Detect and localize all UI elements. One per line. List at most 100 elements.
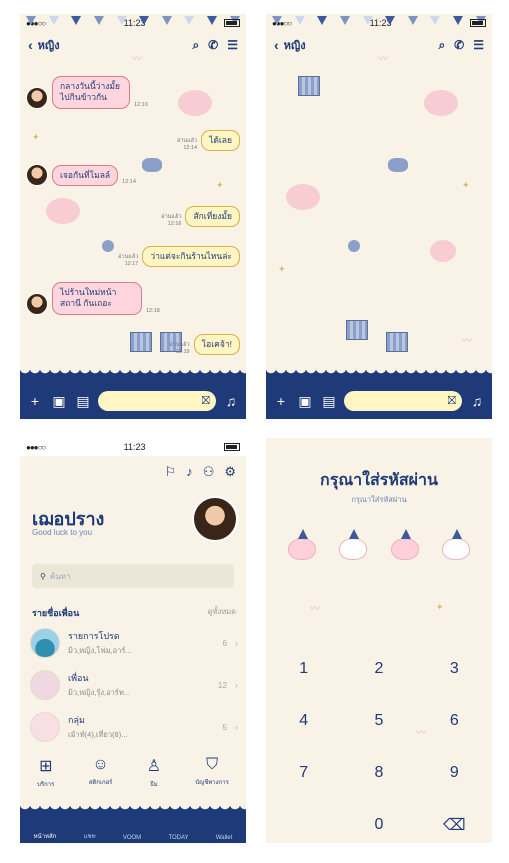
read-receipt: อ่านแล้ว xyxy=(176,138,198,145)
message-row: อ่านแล้ว 12:14 ได้เลย xyxy=(176,130,240,152)
input-bar: + ▣ ▤ ⛝ ♫ xyxy=(20,368,246,419)
passcode-subtitle: กรุณาใส่รหัสผ่าน xyxy=(351,495,407,504)
mic-icon[interactable]: ♫ xyxy=(222,393,240,409)
avatar[interactable] xyxy=(26,164,48,186)
search-icon[interactable]: ⌕ xyxy=(192,38,199,53)
gift-icon[interactable]: ⛝ xyxy=(448,395,456,408)
message-input[interactable]: ⛝ xyxy=(98,391,216,411)
service-tabs: ⊞ บริการ ☺ สติกเกอร์ ♙ ธีม ⛉ บัญชีทางการ xyxy=(20,756,246,789)
signal-icon: ●●●○○ xyxy=(272,18,292,28)
key-9[interactable]: 9 xyxy=(434,764,474,782)
backspace-icon[interactable]: ⌫ xyxy=(434,815,474,835)
gear-icon[interactable]: ⚙ xyxy=(224,464,236,480)
list-item-count: 12 xyxy=(217,680,228,690)
signal-icon: ●●●○○ xyxy=(26,18,46,28)
key-7[interactable]: 7 xyxy=(284,764,324,782)
key-2[interactable]: 2 xyxy=(359,660,399,678)
menu-icon[interactable]: ☰ xyxy=(227,38,238,53)
key-1[interactable]: 1 xyxy=(284,660,324,678)
passcode-title: กรุณาใส่รหัสผ่าน xyxy=(320,472,438,489)
bunny-sticker xyxy=(286,184,320,210)
back-icon[interactable]: ‹ xyxy=(28,37,33,53)
avatar[interactable] xyxy=(26,86,48,109)
battery-icon xyxy=(224,443,240,451)
nav-chat[interactable]: แชท xyxy=(84,831,96,841)
see-all-link[interactable]: ดูทั้งหมด xyxy=(208,606,236,620)
tab-services[interactable]: ⊞ บริการ xyxy=(37,756,54,789)
avatar[interactable] xyxy=(26,292,48,315)
key-5[interactable]: 5 xyxy=(359,712,399,730)
back-icon[interactable]: ‹ xyxy=(274,37,279,53)
list-item-members: มิว,หญิง,รุ้ง,อาร์ท... xyxy=(68,688,131,697)
list-item-members: เม้าท์(4),เที่ยว(8)... xyxy=(68,730,128,739)
passcode-dot xyxy=(288,529,316,560)
message-time: 12:16 xyxy=(167,220,182,227)
message-input[interactable]: ⛝ xyxy=(344,391,462,411)
key-0[interactable]: 0 xyxy=(359,816,399,834)
list-item-name: เพื่อน xyxy=(68,673,89,683)
nav-wallet[interactable]: Wallet xyxy=(216,835,232,841)
input-bar: + ▣ ▤ ⛝ ♫ xyxy=(266,368,492,419)
passcode-dot xyxy=(390,529,419,560)
phone-icon[interactable]: ✆ xyxy=(454,38,464,53)
bunny-sticker xyxy=(178,90,212,116)
tab-official-accounts[interactable]: ⛉ บัญชีทางการ xyxy=(195,756,228,789)
grid-icon: ⊞ xyxy=(39,758,53,775)
bell-icon[interactable]: ♪ xyxy=(186,464,193,480)
plus-icon[interactable]: + xyxy=(272,393,290,409)
chat-screen: ●●●○○ 11:23 ‹ หญิง ⌕ ✆ ☰ ✦ ✦ 〰 〰 กลางวัน… xyxy=(20,14,246,419)
camera-icon[interactable]: ▣ xyxy=(50,393,68,410)
list-item-friends[interactable]: เพื่อน มิว,หญิง,รุ้ง,อาร์ท... 12 › xyxy=(30,668,238,702)
mic-icon[interactable]: ♫ xyxy=(468,393,486,409)
gift-icon[interactable]: ⛝ xyxy=(202,395,210,408)
profile-avatar[interactable] xyxy=(192,496,238,542)
phone-icon[interactable]: ✆ xyxy=(208,38,218,53)
message-bubble[interactable]: ว่าแต่จะกินร้านไหนล่ะ xyxy=(142,246,240,268)
search-icon[interactable]: ⌕ xyxy=(438,38,445,53)
tab-stickers[interactable]: ☺ สติกเกอร์ xyxy=(89,756,113,789)
nav-home[interactable]: หน้าหลัก xyxy=(34,831,57,841)
message-bubble[interactable]: เจอกันที่โมลล์ xyxy=(52,164,119,186)
list-item-count: 6 xyxy=(222,638,228,648)
photo-icon[interactable]: ▤ xyxy=(74,393,92,410)
bookmark-icon[interactable]: ⚐ xyxy=(165,464,177,480)
list-item-groups[interactable]: กลุ่ม เม้าท์(4),เที่ยว(8)... 5 › xyxy=(30,710,238,744)
search-placeholder: ค้นหา xyxy=(49,571,71,581)
read-receipt: อ่านแล้ว xyxy=(161,214,182,221)
friends-section-header: รายชื่อเพื่อน ดูทั้งหมด xyxy=(32,606,236,620)
tab-themes[interactable]: ♙ ธีม xyxy=(147,756,161,789)
key-8[interactable]: 8 xyxy=(359,764,399,782)
camera-icon[interactable]: ▣ xyxy=(296,393,314,410)
nav-voom[interactable]: VOOM xyxy=(123,835,141,841)
home-toolbar: ⚐ ♪ ⚇ ⚙ xyxy=(20,456,246,480)
key-6[interactable]: 6 xyxy=(434,712,474,730)
key-3[interactable]: 3 xyxy=(434,660,474,678)
message-bubble[interactable]: ไปร้านใหม่หน้าสถานี กันเถอะ xyxy=(52,282,142,315)
message-row: ไปร้านใหม่หน้าสถานี กันเถอะ 12:18 xyxy=(26,282,160,315)
chevron-right-icon: › xyxy=(235,680,238,690)
photo-icon[interactable]: ▤ xyxy=(320,393,338,410)
status-bar: ●●●○○ 11:23 xyxy=(20,438,246,456)
add-friend-icon[interactable]: ⚇ xyxy=(203,464,215,480)
balloon-sticker xyxy=(102,240,114,252)
message-row: กลางวันนี้ว่างมั้ย ไปกินข้าวกัน 12:10 xyxy=(26,76,148,109)
nav-today[interactable]: TODAY xyxy=(168,835,188,841)
list-item-favorites[interactable]: รายการโปรด มิว,หญิง,โฟม,อาร์... 6 › xyxy=(30,626,238,660)
message-bubble[interactable]: กลางวันนี้ว่างมั้ย ไปกินข้าวกัน xyxy=(52,76,130,109)
plus-icon[interactable]: + xyxy=(26,393,44,409)
menu-icon[interactable]: ☰ xyxy=(473,38,484,53)
key-4[interactable]: 4 xyxy=(284,712,324,730)
list-item-members: มิว,หญิง,โฟม,อาร์... xyxy=(68,646,132,655)
search-input[interactable]: ⚲ ค้นหา xyxy=(32,564,234,588)
profile-status: Good luck to you xyxy=(32,528,93,537)
message-bubble[interactable]: ได้เลย xyxy=(201,130,240,152)
message-bubble[interactable]: โอเคจ้า! xyxy=(193,334,240,356)
chevron-right-icon: › xyxy=(235,638,238,648)
status-bar: ●●●○○ 11:23 xyxy=(266,14,492,32)
list-item-name: กลุ่ม xyxy=(68,715,85,725)
bunny-sticker xyxy=(46,198,80,224)
message-bubble[interactable]: สักเที่ยงมั้ย xyxy=(185,206,240,228)
section-title: รายชื่อเพื่อน xyxy=(32,608,80,618)
search-icon: ⚲ xyxy=(40,571,46,581)
list-item-name: รายการโปรด xyxy=(68,631,120,641)
